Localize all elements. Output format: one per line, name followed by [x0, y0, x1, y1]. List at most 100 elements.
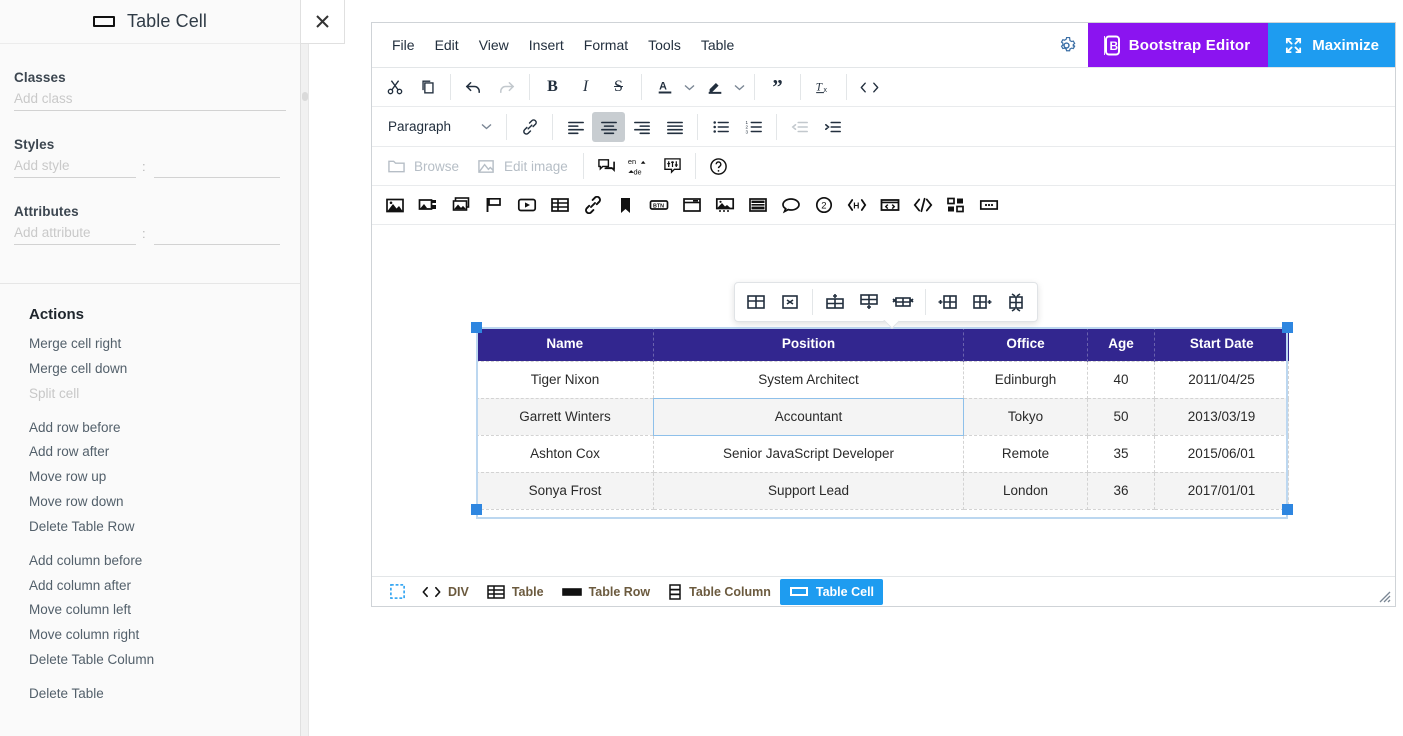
table-cell[interactable]: Remote	[963, 434, 1088, 473]
table-cell[interactable]: Garrett Winters	[476, 397, 654, 436]
table-cell[interactable]: 40	[1087, 360, 1155, 399]
blockquote-button[interactable]: ”	[761, 72, 794, 102]
table-cell[interactable]: 2015/06/01	[1154, 434, 1289, 473]
edit-image-button[interactable]: Edit image	[468, 151, 577, 181]
table-properties-button[interactable]	[739, 286, 773, 318]
table-resize-handle-bottom-left[interactable]	[471, 503, 482, 515]
table-row[interactable]: Sonya Frost Support Lead London 36 2017/01/0…	[476, 471, 1289, 510]
comments-button[interactable]	[590, 151, 623, 181]
bold-button[interactable]: B	[536, 72, 569, 102]
action-merge-cell-down[interactable]: Merge cell down	[0, 357, 300, 382]
image-gallery-button[interactable]	[411, 190, 444, 220]
table-cell[interactable]: 2011/04/25	[1154, 360, 1289, 399]
delete-column-button[interactable]	[999, 286, 1033, 318]
editor-content-area[interactable]: Name Position Office Age Start Date Tiger Ni…	[372, 225, 1395, 576]
source-code-button[interactable]	[853, 72, 886, 102]
numbered-badge-button[interactable]: 2	[807, 190, 840, 220]
strikethrough-button[interactable]: S	[602, 72, 635, 102]
table-cell-selected[interactable]: Accountant	[653, 397, 964, 436]
table-cell[interactable]: Senior JavaScript Developer	[653, 434, 964, 473]
element-selector-button[interactable]	[382, 579, 413, 605]
table-cell[interactable]: Ashton Cox	[476, 434, 654, 473]
insert-column-before-button[interactable]	[931, 286, 965, 318]
action-add-row-before[interactable]: Add row before	[0, 416, 300, 441]
sidebar-scrollbar-track[interactable]	[301, 0, 309, 736]
table-cell[interactable]: Edinburgh	[963, 360, 1088, 399]
bootstrap-editor-button[interactable]: B Bootstrap Editor	[1087, 23, 1269, 67]
menu-tools[interactable]: Tools	[638, 32, 691, 58]
delete-row-button[interactable]	[886, 286, 920, 318]
breadcrumb-div[interactable]: DIV	[413, 579, 478, 605]
breadcrumb-table-column[interactable]: Table Column	[659, 579, 780, 605]
insert-table-button[interactable]	[543, 190, 576, 220]
attribute-value-input[interactable]	[153, 221, 280, 245]
close-panel-button[interactable]	[301, 0, 345, 44]
insert-video-button[interactable]	[510, 190, 543, 220]
numbered-list-button[interactable]: 1 2 3	[737, 112, 770, 142]
menu-table[interactable]: Table	[691, 32, 744, 58]
code-button[interactable]	[906, 190, 939, 220]
action-delete-table-row[interactable]: Delete Table Row	[0, 515, 300, 540]
sidebar-scrollbar-thumb[interactable]	[302, 92, 308, 101]
outdent-button[interactable]	[783, 112, 816, 142]
breadcrumb-table-row[interactable]: Table Row	[553, 579, 660, 605]
table-header-cell[interactable]: Name	[476, 327, 654, 361]
speech-bubble-button[interactable]	[774, 190, 807, 220]
menu-format[interactable]: Format	[574, 32, 638, 58]
align-justify-button[interactable]	[658, 112, 691, 142]
highlight-color-chevron[interactable]	[731, 72, 748, 102]
cut-button[interactable]	[378, 72, 411, 102]
undo-button[interactable]	[457, 72, 490, 102]
highlight-color-button[interactable]	[698, 72, 731, 102]
clear-formatting-button[interactable]: T x	[807, 72, 840, 102]
table-header-cell[interactable]: Start Date	[1154, 327, 1289, 361]
indent-button[interactable]	[816, 112, 849, 142]
resize-grip-icon[interactable]	[1377, 589, 1391, 603]
align-center-button[interactable]	[592, 111, 625, 142]
classes-input[interactable]	[14, 87, 286, 111]
breadcrumb-table[interactable]: Table	[478, 579, 553, 605]
align-left-button[interactable]	[559, 112, 592, 142]
table-cell[interactable]: 35	[1087, 434, 1155, 473]
bookmark-button[interactable]	[609, 190, 642, 220]
text-color-button[interactable]: A	[648, 72, 681, 102]
link-button[interactable]	[576, 190, 609, 220]
style-value-input[interactable]	[153, 154, 280, 178]
insert-column-after-button[interactable]	[965, 286, 999, 318]
more-options-button[interactable]	[972, 190, 1005, 220]
menu-insert[interactable]: Insert	[519, 32, 574, 58]
copy-button[interactable]	[411, 72, 444, 102]
settings-button[interactable]	[1045, 23, 1088, 67]
italic-button[interactable]: I	[569, 72, 602, 102]
table-cell[interactable]: London	[963, 471, 1088, 510]
insert-row-above-button[interactable]	[818, 286, 852, 318]
style-name-input[interactable]	[14, 154, 136, 178]
table-cell[interactable]: 50	[1087, 397, 1155, 436]
menu-file[interactable]: File	[382, 32, 425, 58]
browse-button[interactable]: Browse	[378, 151, 468, 181]
table-row[interactable]: Tiger Nixon System Architect Edinburgh 40 20…	[476, 360, 1289, 399]
insert-link-button[interactable]	[513, 112, 546, 142]
table-cell[interactable]: Tokyo	[963, 397, 1088, 436]
action-merge-cell-right[interactable]: Merge cell right	[0, 332, 300, 357]
action-delete-table[interactable]: Delete Table	[0, 682, 300, 707]
bullet-list-button[interactable]	[704, 112, 737, 142]
action-add-row-after[interactable]: Add row after	[0, 440, 300, 465]
insert-image-button[interactable]	[378, 190, 411, 220]
table-cell[interactable]: Support Lead	[653, 471, 964, 510]
action-add-column-before[interactable]: Add column before	[0, 549, 300, 574]
action-delete-table-column[interactable]: Delete Table Column	[0, 648, 300, 673]
table-header-cell[interactable]: Position	[653, 327, 964, 361]
action-move-row-up[interactable]: Move row up	[0, 465, 300, 490]
table-cell[interactable]: Tiger Nixon	[476, 360, 654, 399]
language-translate-button[interactable]: en de	[623, 151, 656, 181]
redo-button[interactable]	[490, 72, 523, 102]
maximize-button[interactable]: Maximize	[1268, 23, 1395, 67]
help-button[interactable]	[702, 151, 735, 181]
table-row[interactable]: Garrett Winters Accountant Tokyo 50 2013/03/…	[476, 397, 1289, 436]
embed-frame-button[interactable]	[873, 190, 906, 220]
grid-blocks-button[interactable]	[939, 190, 972, 220]
table-header-cell[interactable]: Office	[963, 327, 1088, 361]
data-table[interactable]: Name Position Office Age Start Date Tiger Ni…	[476, 327, 1289, 510]
table-resize-handle-top-right[interactable]	[1282, 322, 1293, 333]
